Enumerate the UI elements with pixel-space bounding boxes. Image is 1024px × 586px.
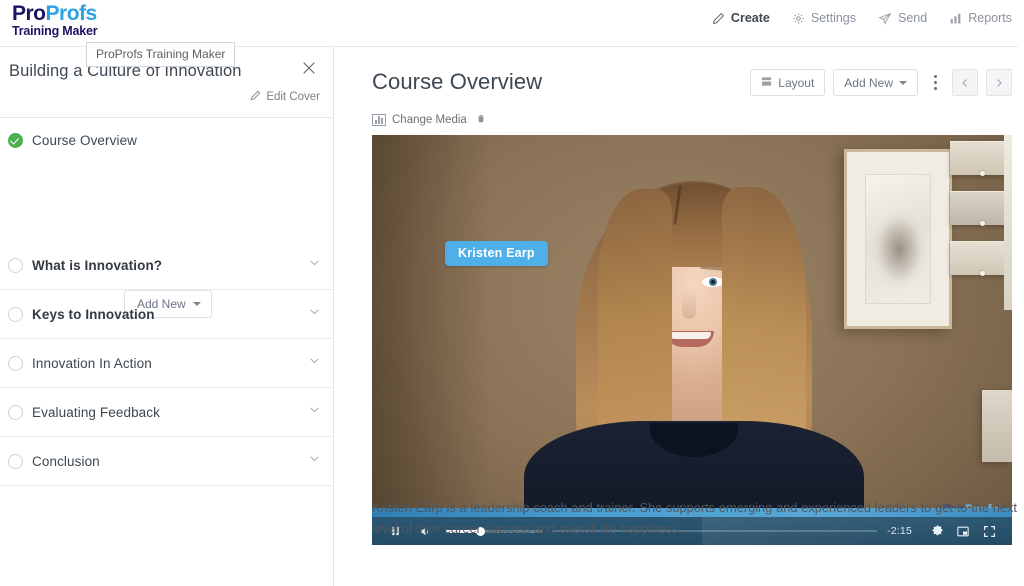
nav-label-create: Create [730,11,770,25]
header-actions: Layout Add New [750,69,1012,96]
top-navigation: Create Settings Send Reports [712,11,1012,25]
circle-icon [8,404,23,420]
nav-item-reports[interactable]: Reports [949,11,1012,25]
chevron-down-icon[interactable] [308,452,321,470]
sidebar-item-label: Course Overview [32,133,138,148]
nav-item-settings[interactable]: Settings [792,11,856,25]
layout-icon [761,76,772,90]
nav-item-send[interactable]: Send [878,11,927,25]
chevron-down-icon[interactable] [308,403,321,421]
shelf-knob [980,271,985,276]
next-page-button[interactable] [986,69,1012,96]
pencil-icon [712,12,725,25]
nose [682,289,696,319]
artwork-mat [847,152,949,326]
logo-profs-text: Profs [45,2,98,25]
eye-right [702,277,724,287]
sidebar-item-what-is-innovation[interactable]: What is Innovation? [0,241,334,290]
chevron-down-icon [899,80,907,85]
sidebar: Building a Culture of Innovation Edit Co… [0,46,334,586]
change-media-button[interactable]: Change Media [372,113,486,127]
page-title: Course Overview [372,69,543,94]
chevron-down-icon[interactable] [308,354,321,372]
circle-icon [8,355,23,371]
layout-button[interactable]: Layout [750,69,826,96]
add-new-label: Add New [844,75,893,90]
sidebar-item-course-overview[interactable]: Course Overview [0,118,334,163]
sidebar-item-evaluating-feedback[interactable]: Evaluating Feedback [0,388,334,437]
proprofs-logo[interactable]: ProProfs Training Maker [12,3,98,38]
table-of-contents: Course Overview Add New What is Innovati… [0,118,334,486]
presenter-name-badge: Kristen Earp [445,241,548,266]
nav-label-settings: Settings [810,11,857,25]
logo-tooltip: ProProfs Training Maker [86,42,236,67]
shelf-knob [980,221,985,226]
shelf-knob [980,171,985,176]
edit-cover-button[interactable]: Edit Cover [250,90,320,104]
logo-subtitle: Training Maker [12,24,98,38]
shelf-plank [950,141,1012,175]
sidebar-item-keys-to-innovation[interactable]: Keys to Innovation [0,290,334,339]
nav-item-create[interactable]: Create [712,11,770,25]
sidebar-item-label: Keys to Innovation [32,306,155,322]
top-bar: ProProfs Training Maker Create Settings [0,0,1024,46]
sidebar-item-label: What is Innovation? [32,257,163,273]
sidebar-item-label: Evaluating Feedback [32,404,160,420]
paper-plane-icon [878,12,892,25]
bar-chart-icon [949,12,962,25]
nav-label-reports: Reports [968,11,1012,25]
logo-wordmark: ProProfs [12,3,97,24]
logo-pro-text: Pro [12,2,46,25]
sidebar-item-label: Innovation In Action [32,355,152,371]
more-options-icon[interactable] [926,69,944,96]
toc-spacer [0,163,334,241]
shelf-side-panel [1004,135,1012,310]
chevron-down-icon[interactable] [308,305,321,323]
shelf-plank [950,191,1012,225]
video-shadow [372,135,492,545]
circle-icon [8,453,23,469]
close-icon[interactable] [298,57,320,79]
chevron-down-icon[interactable] [308,256,321,274]
shelf-plank [950,241,1012,275]
add-new-button[interactable]: Add New [833,69,918,96]
layout-label: Layout [778,75,815,90]
artwork-image [865,174,931,304]
framed-artwork [844,149,952,329]
sidebar-item-conclusion[interactable]: Conclusion [0,437,334,486]
circle-icon [8,306,23,322]
prev-page-button[interactable] [952,69,978,96]
lower-shelf [982,390,1012,462]
change-media-label: Change Media [392,114,467,126]
main-content: Course Overview Layout Add New Change Me… [335,46,1024,586]
video-player[interactable]: Kristen Earp ProProfs -2:1 [372,135,1012,545]
nav-label-send: Send [898,11,928,25]
image-icon [372,114,386,126]
edit-cover-label: Edit Cover [266,91,320,103]
sidebar-item-innovation-in-action[interactable]: Innovation In Action [0,339,334,388]
shelf-unit [950,135,1012,310]
lesson-description: Kristen Earp is a leadership coach and t… [372,500,1017,536]
app-root: ProProfs Training Maker Create Settings [0,0,1024,586]
presenter-figure [524,171,864,545]
sidebar-item-label: Conclusion [32,453,100,469]
gear-icon [792,12,805,25]
scrollbar[interactable] [1018,46,1024,586]
check-circle-icon [8,133,23,148]
pencil-icon [250,90,261,104]
trash-icon[interactable] [476,113,486,127]
circle-icon [8,257,23,273]
